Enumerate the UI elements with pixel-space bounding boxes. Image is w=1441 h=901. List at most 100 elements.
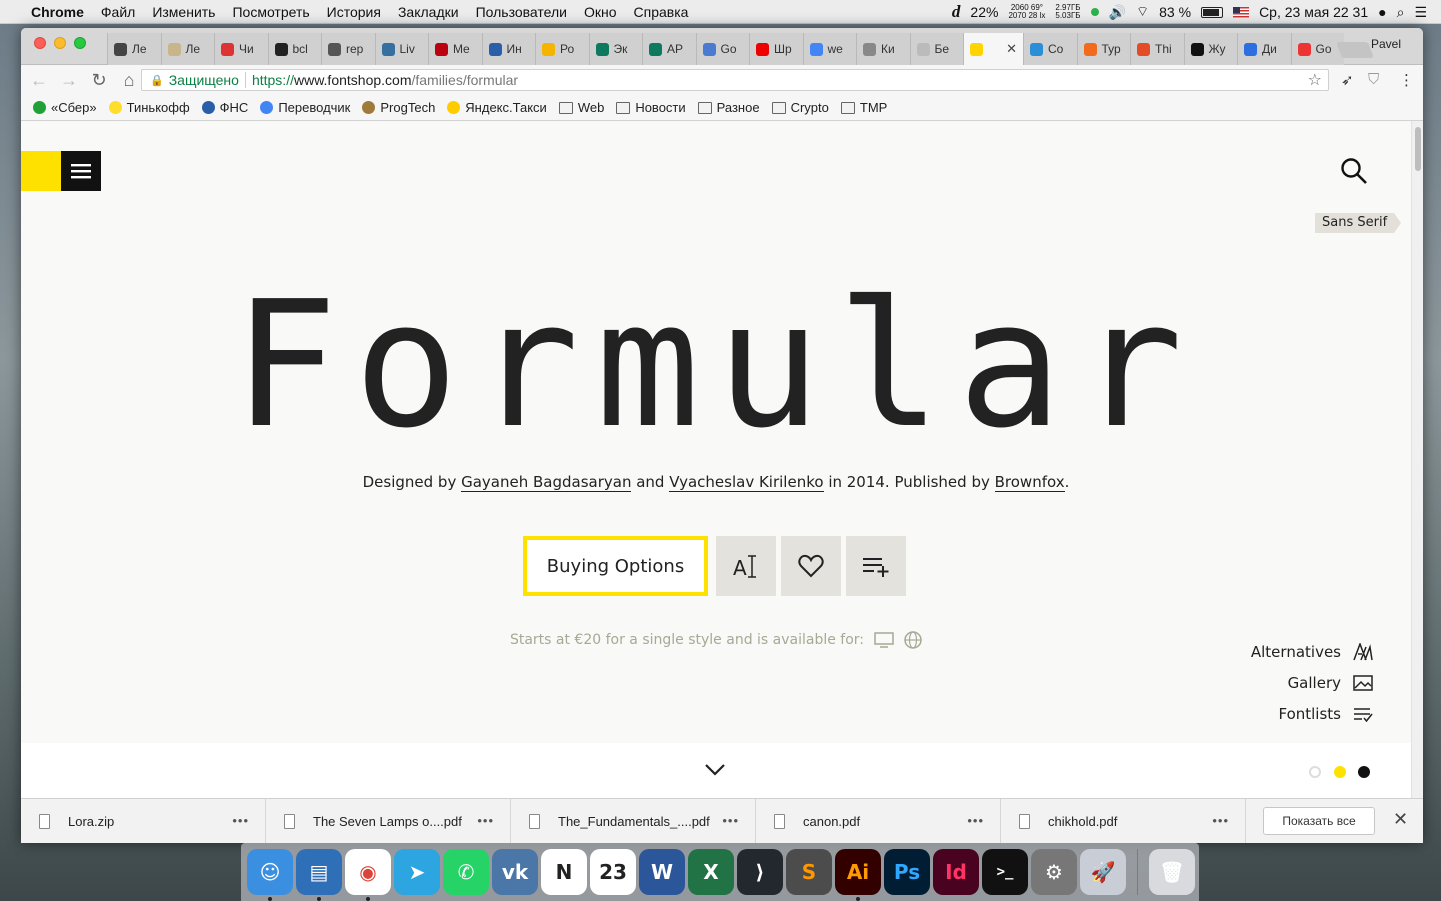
designer-link-2[interactable]: Vyacheslav Kirilenko bbox=[669, 473, 824, 492]
gallery-link[interactable]: Gallery bbox=[1288, 674, 1373, 692]
designer-link-1[interactable]: Gayaneh Bagdasaryan bbox=[461, 473, 632, 492]
dock-indesign-icon[interactable]: Id bbox=[933, 849, 979, 895]
battery-icon[interactable] bbox=[1201, 6, 1224, 18]
chrome-menu-icon[interactable]: ⋮ bbox=[1399, 71, 1414, 89]
publisher-link[interactable]: Brownfox bbox=[994, 473, 1065, 492]
memory-readout[interactable]: 2.97ГБ 5.03ГБ bbox=[1055, 4, 1080, 20]
theme-dot-white[interactable] bbox=[1309, 766, 1321, 778]
sensors-readout[interactable]: 2060 69° 2070 28 lx bbox=[1008, 4, 1045, 20]
dock-terminal-icon[interactable]: >_ bbox=[982, 849, 1028, 895]
close-window-button[interactable] bbox=[34, 37, 46, 49]
scrollbar-thumb[interactable] bbox=[1415, 127, 1421, 171]
volume-icon[interactable]: 🔊 bbox=[1109, 4, 1126, 21]
bookmark-item[interactable]: Яндекс.Такси bbox=[447, 100, 547, 115]
menu-window[interactable]: Окно bbox=[584, 4, 617, 20]
type-tester-button[interactable]: A bbox=[716, 536, 776, 596]
dock-whatsapp-icon[interactable]: ✆ bbox=[443, 849, 489, 895]
download-more-icon[interactable]: ••• bbox=[477, 813, 494, 828]
browser-tab[interactable]: we bbox=[802, 33, 856, 65]
back-icon[interactable]: ← bbox=[27, 68, 51, 92]
menu-file[interactable]: Файл bbox=[101, 4, 135, 20]
menu-edit[interactable]: Изменить bbox=[152, 4, 215, 20]
alternatives-link[interactable]: Alternatives bbox=[1251, 643, 1373, 661]
dock-word-icon[interactable]: W bbox=[639, 849, 685, 895]
dock-calendar-icon[interactable]: 23 bbox=[590, 849, 636, 895]
download-item[interactable]: The Seven Lamps o....pdf ••• bbox=[266, 798, 511, 843]
download-more-icon[interactable]: ••• bbox=[1212, 813, 1229, 828]
browser-tab[interactable]: Ин bbox=[481, 33, 535, 65]
spotlight-icon[interactable]: ⌕ bbox=[1397, 4, 1405, 21]
theme-dot-yellow[interactable] bbox=[1334, 766, 1346, 778]
menu-bookmarks[interactable]: Закладки bbox=[398, 4, 459, 20]
browser-tab[interactable]: Go bbox=[695, 33, 749, 65]
clock[interactable]: Ср, 23 мая 22 31 bbox=[1259, 4, 1368, 20]
us-flag-icon[interactable] bbox=[1233, 6, 1250, 18]
browser-tab[interactable]: bcl bbox=[267, 33, 321, 65]
new-tab-button[interactable] bbox=[1336, 42, 1374, 58]
notification-center-icon[interactable]: ☰ bbox=[1414, 4, 1427, 21]
browser-tab[interactable]: Liv bbox=[374, 33, 428, 65]
bookmark-folder[interactable]: Новости bbox=[616, 100, 686, 115]
bookmark-item[interactable]: «Сбер» bbox=[33, 100, 97, 115]
user-icon[interactable]: ● bbox=[1378, 4, 1386, 20]
download-item[interactable]: Lora.zip ••• bbox=[21, 798, 266, 843]
favorite-button[interactable] bbox=[781, 536, 841, 596]
extension-cursor-icon[interactable]: ➶ bbox=[1341, 71, 1354, 89]
category-tag[interactable]: Sans Serif bbox=[1315, 213, 1402, 233]
dock-preview-icon[interactable]: ▤ bbox=[296, 849, 342, 901]
menu-history[interactable]: История bbox=[327, 4, 381, 20]
browser-tab[interactable]: Thi bbox=[1130, 33, 1184, 65]
extension-shield-icon[interactable]: ⛉ bbox=[1368, 71, 1379, 88]
dock-finder-icon[interactable]: ☺ bbox=[247, 849, 293, 901]
zoom-window-button[interactable] bbox=[74, 37, 86, 49]
fontlists-link[interactable]: Fontlists bbox=[1278, 705, 1373, 723]
page-scrollbar[interactable] bbox=[1411, 121, 1423, 804]
browser-tab[interactable]: Бе bbox=[909, 33, 963, 65]
dock-launchpad-icon[interactable]: 🚀 bbox=[1080, 849, 1126, 895]
bookmark-folder[interactable]: Web bbox=[558, 100, 604, 115]
buying-options-button[interactable]: Buying Options bbox=[523, 536, 708, 596]
browser-tab[interactable]: ✕ bbox=[963, 33, 1023, 65]
browser-tab[interactable]: Чи bbox=[214, 33, 268, 65]
dock-notion-icon[interactable]: N bbox=[541, 849, 587, 895]
app-menu[interactable]: Chrome bbox=[31, 4, 84, 20]
menu-view[interactable]: Посмотреть bbox=[232, 4, 309, 20]
download-item[interactable]: The_Fundamentals_....pdf ••• bbox=[511, 798, 756, 843]
browser-tab[interactable]: Ле bbox=[107, 33, 161, 65]
home-icon[interactable]: ⌂ bbox=[117, 68, 141, 92]
dock-chrome-icon[interactable]: ◉ bbox=[345, 849, 391, 901]
dock-vk-icon[interactable]: vk bbox=[492, 849, 538, 895]
search-button[interactable] bbox=[1334, 151, 1374, 191]
show-all-downloads-button[interactable]: Показать все bbox=[1263, 807, 1375, 835]
dock-trash-icon[interactable]: 🗑 bbox=[1149, 849, 1195, 895]
scroll-down-chevron-icon[interactable] bbox=[704, 763, 726, 777]
menu-button[interactable] bbox=[61, 151, 101, 191]
browser-tab[interactable]: Go bbox=[1290, 33, 1344, 65]
lock-icon[interactable]: 🔒 bbox=[150, 74, 164, 87]
download-more-icon[interactable]: ••• bbox=[722, 813, 739, 828]
menu-help[interactable]: Справка bbox=[634, 4, 689, 20]
bookmark-star-icon[interactable]: ☆ bbox=[1308, 70, 1322, 90]
wifi-icon[interactable]: ⌔ bbox=[1136, 3, 1149, 21]
bookmark-folder[interactable]: Crypto bbox=[771, 100, 829, 115]
browser-tab[interactable]: AP bbox=[642, 33, 696, 65]
bookmark-folder[interactable]: TMP bbox=[840, 100, 887, 115]
minimize-window-button[interactable] bbox=[54, 37, 66, 49]
browser-tab[interactable]: Me bbox=[428, 33, 482, 65]
download-more-icon[interactable]: ••• bbox=[232, 813, 249, 828]
dash-icon[interactable]: d bbox=[952, 2, 961, 22]
dock-photoshop-icon[interactable]: Ps bbox=[884, 849, 930, 895]
bookmark-folder[interactable]: Разное bbox=[697, 100, 760, 115]
reload-icon[interactable]: ↻ bbox=[87, 68, 111, 92]
download-item[interactable]: chikhold.pdf ••• bbox=[1001, 798, 1246, 843]
menu-people[interactable]: Пользователи bbox=[476, 4, 567, 20]
close-downloads-icon[interactable]: ✕ bbox=[1393, 809, 1408, 830]
add-to-list-button[interactable] bbox=[846, 536, 906, 596]
dock-preferences-icon[interactable]: ⚙ bbox=[1031, 849, 1077, 895]
browser-tab[interactable]: Жу bbox=[1183, 33, 1237, 65]
browser-tab[interactable]: Co bbox=[1023, 33, 1077, 65]
forward-icon[interactable]: → bbox=[57, 68, 81, 92]
browser-tab[interactable]: Эк bbox=[588, 33, 642, 65]
browser-tab[interactable]: Ки bbox=[856, 33, 910, 65]
cpu-usage[interactable]: 22% bbox=[970, 4, 998, 20]
